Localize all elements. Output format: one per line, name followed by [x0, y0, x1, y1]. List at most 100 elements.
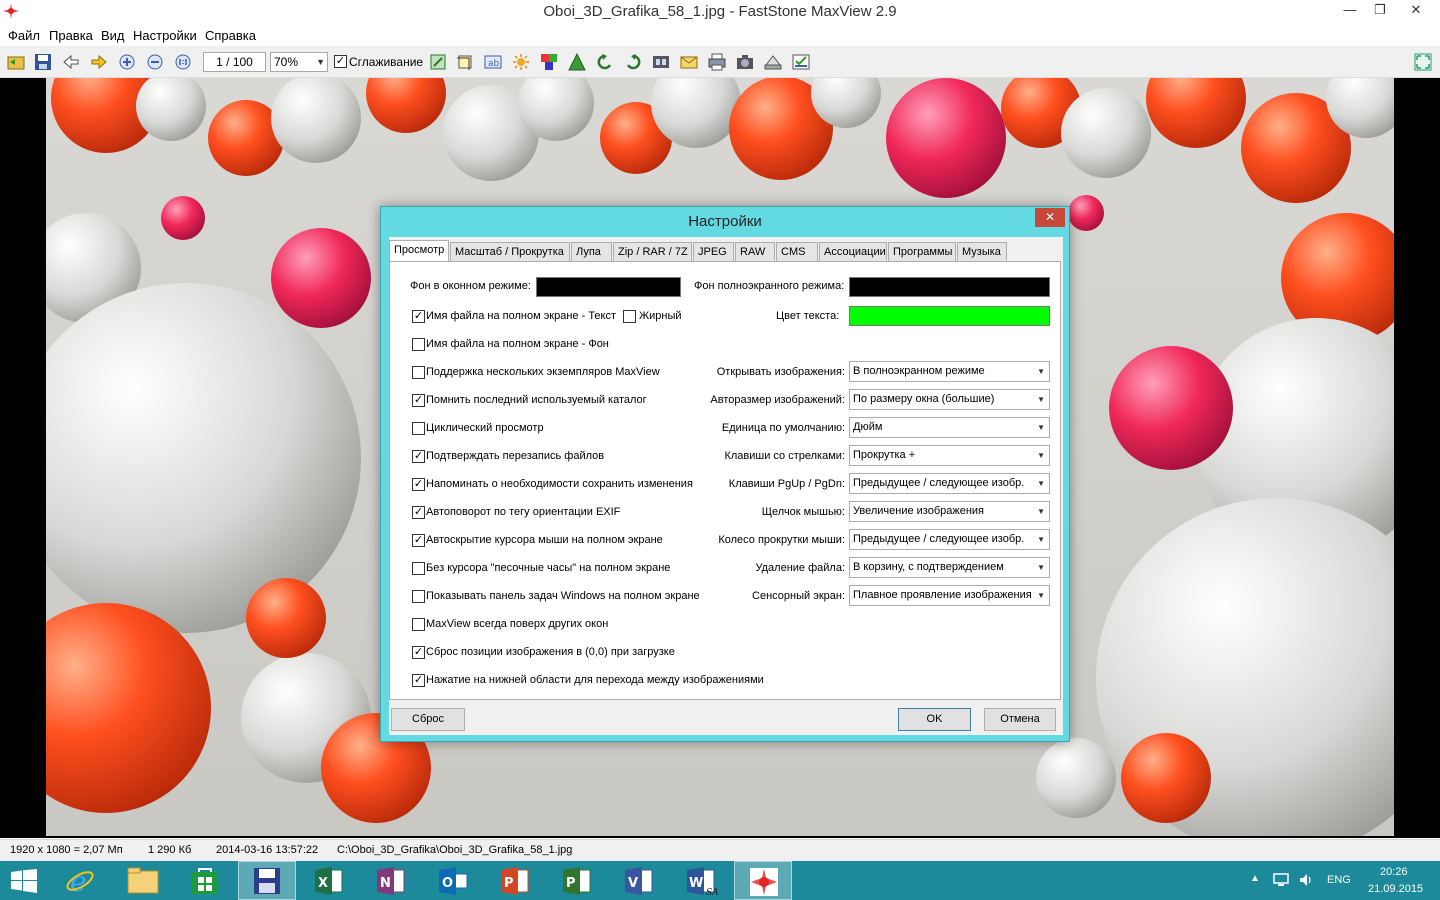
option-label: Автоскрытие курсора мыши на полном экран… [426, 534, 663, 546]
open-folder-icon[interactable] [7, 53, 25, 71]
resize-icon[interactable] [429, 53, 447, 71]
windows-start-icon[interactable] [11, 869, 37, 893]
network-icon[interactable] [1273, 872, 1289, 888]
option-checkbox[interactable]: ✓ [412, 674, 425, 687]
clock-time[interactable]: 20:26 [1380, 866, 1408, 878]
option-checkbox[interactable] [412, 422, 425, 435]
tab-archives[interactable]: Zip / RAR / 7Z [613, 242, 692, 262]
option-checkbox[interactable] [412, 562, 425, 575]
unit-select[interactable]: Дюйм ▼ [849, 417, 1050, 438]
smoothing-checkbox[interactable]: ✓ [334, 55, 347, 68]
taskbar-word[interactable]: W SA [672, 861, 730, 900]
taskbar-excel[interactable]: X [300, 861, 358, 900]
option-checkbox[interactable]: ✓ [412, 534, 425, 547]
menu-settings[interactable]: Настройки [133, 28, 197, 43]
taskbar-onenote[interactable]: N [362, 861, 420, 900]
taskbar-store[interactable] [176, 861, 234, 900]
tab-jpeg[interactable]: JPEG [693, 242, 734, 262]
colors-icon[interactable] [540, 53, 558, 71]
option-checkbox[interactable]: ✓ [412, 646, 425, 659]
tab-music[interactable]: Музыка [957, 242, 1007, 262]
sharpen-icon[interactable] [568, 53, 586, 71]
bg-window-color-swatch[interactable] [536, 277, 681, 297]
option-checkbox[interactable] [412, 590, 425, 603]
actual-size-icon[interactable] [174, 53, 192, 71]
taskbar-floppy[interactable] [238, 861, 296, 900]
floppy-icon [254, 868, 280, 894]
print-icon[interactable] [708, 53, 726, 71]
tab-magnifier[interactable]: Лупа [571, 242, 612, 262]
option-checkbox[interactable]: ✓ [412, 478, 425, 491]
tray-expand-icon[interactable]: ▲ [1250, 873, 1260, 884]
store-icon [192, 868, 218, 894]
svg-text:P: P [566, 876, 576, 891]
reset-button[interactable]: Сброс [391, 708, 465, 731]
taskbar-ie[interactable]: e [52, 861, 110, 900]
tab-programs[interactable]: Программы [888, 242, 956, 262]
scanner-icon[interactable] [764, 53, 782, 71]
project-icon: P [563, 867, 591, 895]
zoom-select[interactable]: 70% ▼ [270, 52, 328, 72]
option-checkbox[interactable] [412, 618, 425, 631]
zoom-in-icon[interactable] [118, 53, 136, 71]
bold-label: Жирный [639, 310, 682, 322]
prev-arrow-icon[interactable] [62, 53, 80, 71]
file-delete-select[interactable]: В корзину, с подтверждением ▼ [849, 557, 1050, 578]
rotate-right-icon[interactable] [624, 53, 642, 71]
mouse-click-select[interactable]: Увеличение изображения ▼ [849, 501, 1050, 522]
option-checkbox[interactable]: ✓ [412, 394, 425, 407]
language-indicator[interactable]: ENG [1327, 874, 1351, 886]
tab-associations[interactable]: Ассоциации [819, 242, 887, 262]
close-window-button[interactable]: ✕ [1395, 0, 1437, 22]
option-checkbox[interactable]: ✓ [412, 450, 425, 463]
autosize-select[interactable]: По размеру окна (большие) ▼ [849, 389, 1050, 410]
taskbar-powerpoint[interactable]: P [486, 861, 544, 900]
tab-view[interactable]: Просмотр [389, 240, 449, 263]
pgup-pgdn-select[interactable]: Предыдущее / следующее изобр. ▼ [849, 473, 1050, 494]
menu-view[interactable]: Вид [101, 28, 125, 43]
crop-icon[interactable] [456, 53, 474, 71]
brightness-icon[interactable] [512, 53, 530, 71]
clock-date[interactable]: 21.09.2015 [1368, 883, 1423, 895]
text-color-swatch[interactable] [849, 306, 1050, 326]
menu-help[interactable]: Справка [205, 28, 256, 43]
taskbar-faststone[interactable] [734, 861, 792, 900]
option-checkbox[interactable]: ✓ [412, 506, 425, 519]
taskbar-outlook[interactable]: O [424, 861, 482, 900]
fullscreen-icon[interactable] [1414, 53, 1432, 71]
tab-scale[interactable]: Масштаб / Прокрутка [450, 242, 570, 262]
bold-checkbox[interactable] [623, 310, 636, 323]
cancel-button[interactable]: Отмена [984, 708, 1056, 731]
option-checkbox[interactable] [412, 366, 425, 379]
taskbar-visio[interactable]: V [610, 861, 668, 900]
touchscreen-select[interactable]: Плавное проявление изображения ▼ [849, 585, 1050, 606]
filmstrip-icon[interactable] [652, 53, 670, 71]
tab-cms[interactable]: CMS [776, 242, 818, 262]
camera-icon[interactable] [736, 53, 754, 71]
menu-file[interactable]: Файл [8, 28, 40, 43]
text-icon[interactable]: ab [484, 53, 502, 71]
save-icon[interactable] [34, 53, 52, 71]
option-checkbox[interactable]: ✓ [412, 310, 425, 323]
volume-icon[interactable] [1298, 872, 1314, 888]
settings-icon[interactable] [792, 53, 810, 71]
text-color-label: Цвет текста: [776, 310, 840, 322]
taskbar-project[interactable]: P [548, 861, 606, 900]
page-number-field[interactable]: 1 / 100 [203, 52, 266, 72]
ok-button[interactable]: OK [898, 708, 971, 731]
bg-full-color-swatch[interactable] [849, 277, 1050, 297]
arrow-keys-select[interactable]: Прокрутка + ▼ [849, 445, 1050, 466]
rotate-left-icon[interactable] [596, 53, 614, 71]
next-arrow-icon[interactable] [90, 53, 108, 71]
tab-raw[interactable]: RAW [735, 242, 775, 262]
dialog-close-button[interactable]: ✕ [1035, 208, 1065, 227]
email-icon[interactable] [680, 53, 698, 71]
taskbar-explorer[interactable] [114, 861, 172, 900]
option-checkbox[interactable] [412, 338, 425, 351]
maximize-button[interactable]: ❐ [1365, 0, 1395, 22]
mouse-wheel-select[interactable]: Предыдущее / следующее изобр. ▼ [849, 529, 1050, 550]
zoom-out-icon[interactable] [146, 53, 164, 71]
minimize-button[interactable]: — [1335, 0, 1365, 22]
open-images-select[interactable]: В полноэкранном режиме ▼ [849, 361, 1050, 382]
menu-edit[interactable]: Правка [49, 28, 93, 43]
